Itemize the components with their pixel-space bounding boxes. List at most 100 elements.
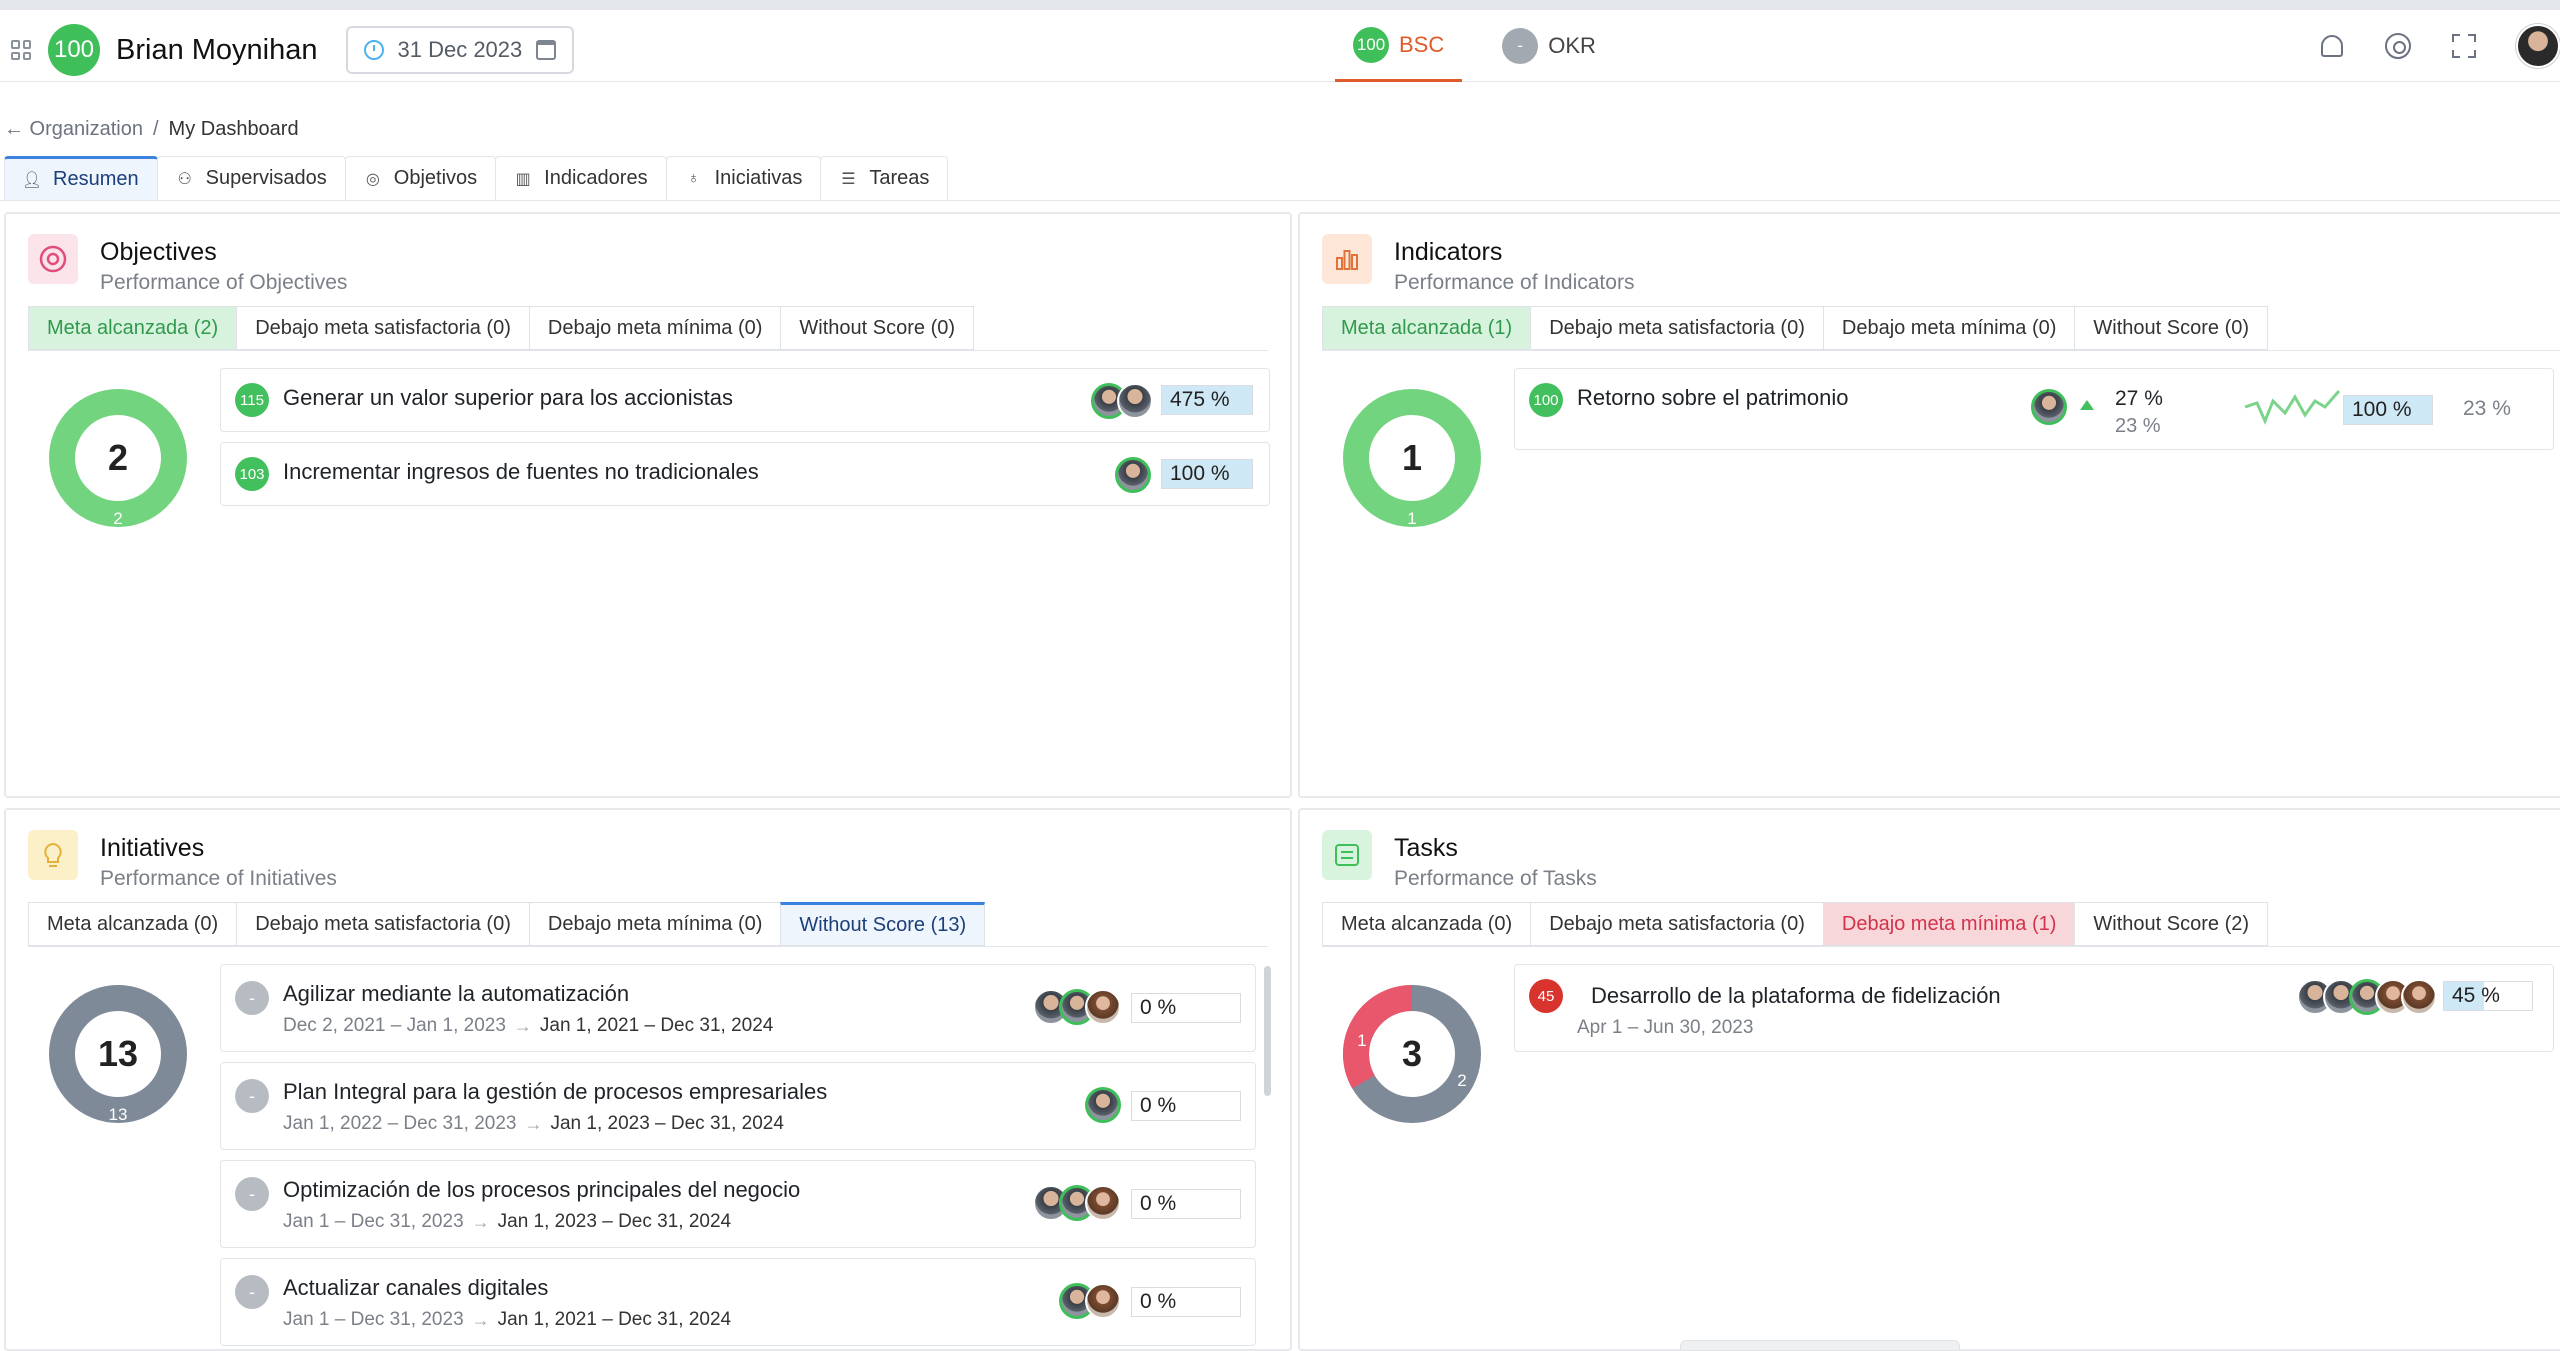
indicators-donut-label: 1 <box>1407 509 1416 528</box>
initiative-actual-dates: Jan 1, 2021 – Dec 31, 2024 <box>539 1015 774 1036</box>
indicator-extra-value: 23 % <box>2463 397 2511 420</box>
indicator-progress: 100 % <box>2343 395 2433 425</box>
tasks-list-icon <box>1322 830 1372 880</box>
profile-avatar[interactable] <box>2516 24 2560 68</box>
filter-debajo-minima[interactable]: Debajo meta mínima (0) <box>528 306 782 350</box>
initiative-title: Plan Integral para la gestión de proceso… <box>283 1079 828 1104</box>
initiative-score: - <box>235 981 269 1015</box>
avatar <box>1085 1283 1121 1319</box>
filter-meta-alcanzada[interactable]: Meta alcanzada (2) <box>28 306 238 350</box>
filter-debajo-satisfactoria[interactable]: Debajo meta satisfactoria (0) <box>236 902 530 946</box>
filter-without-score[interactable]: Without Score (0) <box>2074 306 2269 350</box>
tab-label: Objetivos <box>393 167 478 189</box>
breadcrumb-current: My Dashboard <box>168 118 299 140</box>
breadcrumb-separator: / <box>152 118 159 140</box>
bell-icon <box>2321 35 2343 57</box>
filter-without-score[interactable]: Without Score (0) <box>780 306 975 350</box>
arrow-right-icon: → <box>513 1015 532 1036</box>
help-button[interactable] <box>2384 32 2412 60</box>
indicators-subtitle: Performance of Indicators <box>1394 271 1635 294</box>
filter-debajo-satisfactoria[interactable]: Debajo meta satisfactoria (0) <box>1530 902 1824 946</box>
user-icon: 👤︎ <box>21 171 43 189</box>
window-top-stripe <box>0 0 2560 10</box>
main-tabs: 👤︎ Resumen ⚇ Supervisados ◎ Objetivos ▥ Indi… <box>4 156 949 200</box>
user-score-badge: 100 <box>48 24 100 76</box>
initiatives-lightbulb-icon <box>28 830 78 880</box>
tab-tareas[interactable]: ☰ Tareas <box>820 156 949 200</box>
filter-meta-alcanzada[interactable]: Meta alcanzada (0) <box>28 902 238 946</box>
initiative-percent: 0 % <box>1140 1192 1177 1215</box>
avatar <box>1117 383 1153 419</box>
indicators-chart-icon <box>1322 234 1372 284</box>
objective-item[interactable]: 115 Generar un valor superior para los a… <box>220 368 1270 432</box>
objective-title: Incrementar ingresos de fuentes no tradi… <box>283 459 759 484</box>
indicator-actual: 27 % <box>2115 387 2163 410</box>
avatar <box>1085 1087 1121 1123</box>
tab-supervisados[interactable]: ⚇ Supervisados <box>156 156 346 200</box>
objective-percent: 475 % <box>1170 388 1230 411</box>
initiative-score: - <box>235 1275 269 1309</box>
initiative-item[interactable]: - Plan Integral para la gestión de proce… <box>220 1062 1256 1150</box>
tab-iniciativas[interactable]: ♁ Iniciativas <box>665 156 822 200</box>
filter-debajo-satisfactoria[interactable]: Debajo meta satisfactoria (0) <box>236 306 530 350</box>
tasks-donut-grey-label: 2 <box>1457 1071 1466 1090</box>
initiative-item[interactable]: - Optimización de los procesos principal… <box>220 1160 1256 1248</box>
task-item[interactable]: 45 Desarrollo de la plataforma de fideli… <box>1514 964 2554 1052</box>
filter-debajo-satisfactoria[interactable]: Debajo meta satisfactoria (0) <box>1530 306 1824 350</box>
breadcrumb: ← Organization / My Dashboard <box>4 118 299 141</box>
initiatives-title: Initiatives <box>100 834 205 862</box>
initiative-item[interactable]: - Actualizar canales digitales Jan 1 – D… <box>220 1258 1256 1346</box>
notifications-button[interactable] <box>2318 32 2346 60</box>
mode-bsc-score: 100 <box>1353 26 1389 63</box>
objective-score: 103 <box>235 457 269 491</box>
filter-debajo-minima[interactable]: Debajo meta mínima (0) <box>528 902 782 946</box>
task-date-range: Apr 1 – Jun 30, 2023 <box>1577 1017 1754 1038</box>
initiative-planned-dates: Dec 2, 2021 – Jan 1, 2023 <box>283 1015 506 1036</box>
filter-without-score[interactable]: Without Score (2) <box>2074 902 2269 946</box>
tasks-donut-red-label: 1 <box>1357 1031 1366 1050</box>
apps-grid-icon[interactable] <box>8 37 34 63</box>
initiative-title: Agilizar mediante la automatización <box>283 981 630 1006</box>
user-name[interactable]: Brian Moynihan <box>116 34 318 67</box>
tab-label: Indicadores <box>544 167 648 189</box>
initiative-actual-dates: Jan 1, 2023 – Dec 31, 2024 <box>497 1211 732 1232</box>
initiatives-donut: 13 13 <box>49 985 187 1124</box>
tab-indicadores[interactable]: ▥ Indicadores <box>495 156 667 200</box>
calendar-icon <box>536 40 557 60</box>
indicator-item[interactable]: 100 Retorno sobre el patrimonio 27 % 23 … <box>1514 368 2554 450</box>
mode-okr[interactable]: - OKR <box>1484 10 1614 82</box>
objectives-panel: Objectives Performance of Objectives Met… <box>4 212 1292 798</box>
filter-meta-alcanzada[interactable]: Meta alcanzada (0) <box>1322 902 1532 946</box>
filter-without-score[interactable]: Without Score (13) <box>780 902 986 946</box>
filter-meta-alcanzada[interactable]: Meta alcanzada (1) <box>1322 306 1532 350</box>
tab-label: Iniciativas <box>714 167 803 189</box>
initiative-score: - <box>235 1177 269 1211</box>
initiative-actual-dates: Jan 1, 2021 – Dec 31, 2024 <box>497 1309 732 1330</box>
tasks-icon: ☰ <box>841 170 856 188</box>
avatar <box>2401 979 2437 1015</box>
fullscreen-button[interactable] <box>2450 32 2478 60</box>
filter-debajo-minima[interactable]: Debajo meta mínima (0) <box>1822 306 2076 350</box>
mode-okr-label: OKR <box>1548 33 1596 58</box>
objective-item[interactable]: 103 Incrementar ingresos de fuentes no t… <box>220 442 1270 506</box>
tasks-subtitle: Performance of Tasks <box>1394 867 1597 890</box>
initiative-title: Actualizar canales digitales <box>283 1275 549 1300</box>
objectives-donut: 2 2 <box>49 389 187 528</box>
avatar <box>2031 389 2067 425</box>
task-percent: 45 % <box>2452 984 2500 1007</box>
tab-label: Supervisados <box>205 167 327 189</box>
initiatives-scrollbar[interactable] <box>1264 966 1271 1096</box>
filter-debajo-minima[interactable]: Debajo meta mínima (1) <box>1822 902 2076 946</box>
breadcrumb-organization[interactable]: ← Organization <box>4 118 143 141</box>
indicators-donut-total: 1 <box>1402 437 1422 478</box>
indicators-panel: Indicators Performance of Indicators Met… <box>1298 212 2560 798</box>
mode-bsc[interactable]: 100 BSC <box>1335 10 1463 82</box>
initiative-item[interactable]: - Agilizar mediante la automatización De… <box>220 964 1256 1052</box>
date-picker[interactable]: 31 Dec 2023 <box>345 26 575 74</box>
tab-resumen[interactable]: 👤︎ Resumen <box>4 156 158 200</box>
initiative-progress: 0 % <box>1131 1189 1241 1219</box>
arrow-right-icon: → <box>471 1309 490 1330</box>
indicator-percent: 100 % <box>2352 398 2412 421</box>
clock-icon <box>363 40 384 60</box>
tab-objetivos[interactable]: ◎ Objetivos <box>344 156 497 200</box>
